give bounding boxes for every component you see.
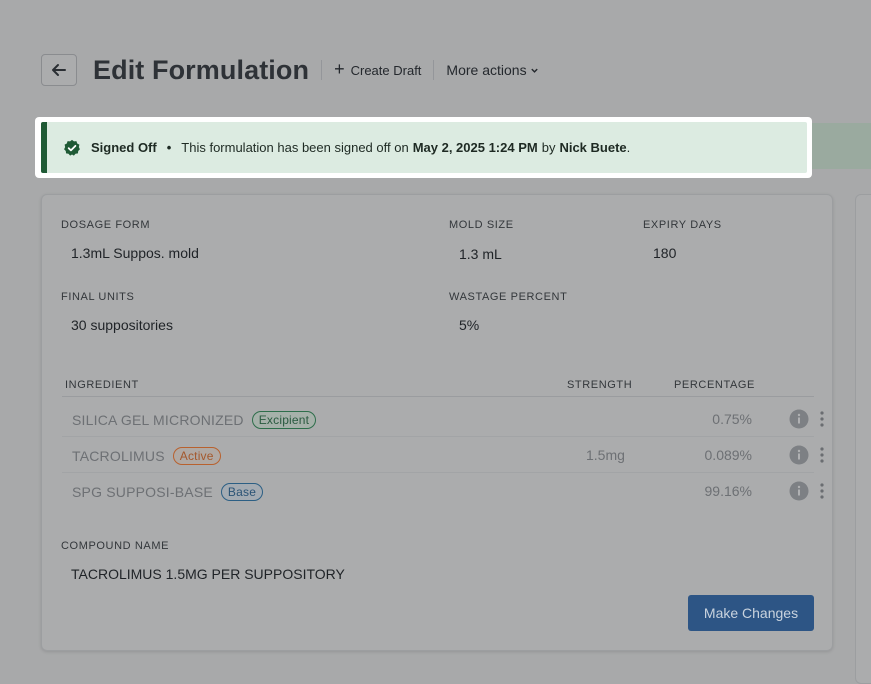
plus-icon: +: [334, 59, 345, 79]
info-icon[interactable]: [789, 481, 809, 501]
signed-off-banner-highlight: Signed Off • This formulation has been s…: [35, 117, 812, 178]
dosage-form-value: 1.3mL Suppos. mold: [71, 245, 199, 261]
wastage-percent-label: WASTAGE PERCENT: [449, 291, 568, 303]
wastage-percent-field: WASTAGE PERCENT 5%: [449, 291, 567, 333]
side-panel: [855, 194, 871, 684]
final-units-field: FINAL UNITS 30 suppositories: [61, 291, 173, 333]
more-actions-button[interactable]: More actions: [446, 62, 538, 78]
expiry-days-label: EXPIRY DAYS: [643, 219, 722, 231]
banner-message: This formulation has been signed off on: [181, 140, 409, 155]
ingredient-strength: 1.5mg: [586, 447, 625, 463]
column-ingredient: INGREDIENT: [65, 379, 139, 391]
info-icon[interactable]: [789, 445, 809, 465]
table-row: SILICA GEL MICRONIZED Excipient 0.75%: [62, 401, 824, 437]
divider: [321, 60, 323, 80]
banner-by: by: [541, 140, 556, 155]
expiry-days-value: 180: [653, 245, 677, 261]
ingredient-percentage: 0.75%: [712, 411, 752, 427]
ingredient-name: SPG SUPPOSI-BASE Base: [72, 483, 264, 501]
ingredient-name: TACROLIMUS Active: [72, 447, 221, 465]
active-badge: Active: [172, 447, 221, 465]
ingredient-name: SILICA GEL MICRONIZED Excipient: [72, 411, 317, 429]
info-icon[interactable]: [789, 409, 809, 429]
more-vertical-icon[interactable]: [819, 445, 825, 465]
compound-name-field: COMPOUND NAME TACROLIMUS 1.5MG PER SUPPO…: [61, 540, 345, 582]
signed-off-date: May 2, 2025 1:24 PM: [412, 140, 538, 155]
arrow-left-icon: [52, 64, 66, 76]
create-draft-label: Create Draft: [350, 62, 422, 78]
dosage-form-label: DOSAGE FORM: [61, 219, 151, 231]
table-row: TACROLIMUS Active 1.5mg 0.089%: [62, 437, 824, 473]
chevron-down-icon: [530, 68, 538, 73]
base-badge: Base: [220, 483, 264, 501]
wastage-percent-value: 5%: [459, 317, 480, 333]
signed-off-user: Nick Buete: [559, 140, 627, 155]
dosage-form-field: DOSAGE FORM 1.3mL Suppos. mold: [61, 219, 199, 261]
mold-size-field: MOLD SIZE 1.3 mL: [449, 219, 514, 262]
status-label: Signed Off: [91, 140, 157, 155]
ingredient-percentage: 99.16%: [704, 483, 752, 499]
compound-name-label: COMPOUND NAME: [61, 540, 170, 552]
verified-check-icon: [64, 139, 80, 156]
table-row: SPG SUPPOSI-BASE Base 99.16%: [62, 473, 824, 509]
formulation-card: DOSAGE FORM 1.3mL Suppos. mold MOLD SIZE…: [41, 194, 833, 651]
column-strength: STRENGTH: [567, 379, 633, 391]
page-title: Edit Formulation: [93, 54, 310, 85]
column-percentage: PERCENTAGE: [674, 379, 755, 391]
ingredient-percentage: 0.089%: [704, 447, 752, 463]
ingredient-name-text: TACROLIMUS: [72, 448, 165, 464]
ingredient-name-text: SPG SUPPOSI-BASE: [72, 484, 213, 500]
mold-size-value: 1.3 mL: [459, 246, 502, 262]
more-vertical-icon[interactable]: [819, 481, 825, 501]
final-units-value: 30 suppositories: [71, 317, 173, 333]
create-draft-button[interactable]: + Create Draft: [334, 59, 422, 79]
signed-off-banner: Signed Off • This formulation has been s…: [41, 122, 807, 173]
bullet-separator: •: [166, 140, 172, 155]
excipient-badge: Excipient: [251, 411, 317, 429]
expiry-days-field: EXPIRY DAYS 180: [643, 219, 722, 261]
ingredients-table-header: INGREDIENT STRENGTH PERCENTAGE: [62, 377, 814, 397]
ingredient-name-text: SILICA GEL MICRONIZED: [72, 412, 244, 428]
banner-suffix: .: [626, 140, 631, 155]
more-actions-label: More actions: [446, 62, 527, 78]
back-button[interactable]: [41, 54, 77, 86]
final-units-label: FINAL UNITS: [61, 291, 135, 303]
page-header: Edit Formulation + Create Draft More act…: [41, 54, 539, 86]
more-vertical-icon[interactable]: [819, 409, 825, 429]
divider: [433, 60, 435, 80]
make-changes-button[interactable]: Make Changes: [688, 595, 814, 631]
mold-size-label: MOLD SIZE: [449, 219, 514, 231]
compound-name-value: TACROLIMUS 1.5MG PER SUPPOSITORY: [71, 566, 345, 582]
